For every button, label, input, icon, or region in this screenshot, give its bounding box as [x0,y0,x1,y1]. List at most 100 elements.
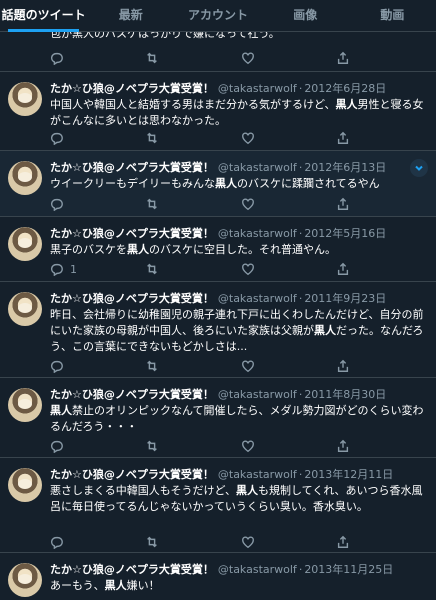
reply-icon [51,263,63,276]
separator: · [298,161,303,174]
tweet-menu-button[interactable] [410,159,428,177]
separator: · [298,468,303,481]
like-icon [241,263,254,276]
search-tabs: 話題のツイート 最新 アカウント 画像 動画 [0,0,436,32]
like-button[interactable] [241,196,301,212]
user-name[interactable]: たか☆ひ狼@ノベプラ大賞受賞！ [50,82,214,95]
tweet[interactable]: たか☆ひ狼@ノベプラ大賞受賞！ @takastarwolf · 2011年8月30日 … [0,378,436,458]
tweet-date[interactable]: 2011年9月23日 [304,292,386,305]
tweet-date[interactable]: 2012年6月13日 [304,161,386,174]
tweet-actions [50,50,396,66]
tweet[interactable]: たか☆ひ狼@ノベプラ大賞受賞！ @takastarwolf · 2013年11月25日… [0,553,436,600]
tab-accounts[interactable]: アカウント [174,0,261,31]
reply-icon [51,440,63,453]
user-name[interactable]: たか☆ひ狼@ノベプラ大賞受賞！ [50,161,214,174]
tweet-text: 黒人禁止のオリンピックなんて開催したら、メダル勢力図がどのくらい変わるんだろう・… [50,404,424,433]
avatar[interactable] [8,468,42,502]
retweet-icon [147,198,158,210]
tweet-text: 昨日、会社帰りに幼稚園児の親子連れ下戸に出くわしたんだけど、自分の前にいた家族の… [50,308,424,353]
tweet-feed: 包か黒人のバスケはっかりで嫌になって社う。 たか☆ひ狼@ノベプラ大賞受賞！ @ta… [0,32,436,600]
share-button[interactable] [336,438,396,454]
user-name[interactable]: たか☆ひ狼@ノベプラ大賞受賞！ [50,227,214,240]
retweet-button[interactable] [145,130,205,146]
avatar[interactable] [8,292,42,326]
reply-button[interactable] [50,358,110,374]
reply-button[interactable]: 1 [50,261,110,277]
retweet-button[interactable] [145,196,205,212]
tweet[interactable]: たか☆ひ狼@ノベプラ大賞受賞！ @takastarwolf · 2012年6月13日 … [0,151,436,217]
user-name[interactable]: たか☆ひ狼@ノベプラ大賞受賞！ [50,388,214,401]
like-button[interactable] [241,50,301,66]
reply-button[interactable] [50,196,110,212]
avatar[interactable] [8,82,42,116]
reply-button[interactable] [50,130,110,146]
share-icon [337,439,349,452]
retweet-button[interactable] [145,261,205,277]
user-handle: @takastarwolf [217,388,297,401]
tweet-date[interactable]: 2012年5月16日 [304,227,386,240]
like-button[interactable] [241,438,301,454]
tweet-date[interactable]: 2013年11月25日 [304,563,393,576]
tweet-text: あーもう、黒人嫌い！ [50,579,160,592]
share-icon [337,131,349,144]
share-button[interactable] [336,130,396,146]
like-button[interactable] [241,261,301,277]
separator: · [298,563,303,576]
reply-icon [51,132,63,145]
avatar[interactable] [8,227,42,261]
user-name[interactable]: たか☆ひ狼@ノベプラ大賞受賞！ [50,292,214,305]
avatar[interactable] [8,161,42,195]
share-icon [337,197,349,210]
avatar[interactable] [8,563,42,597]
tweet[interactable]: たか☆ひ狼@ノベプラ大賞受賞！ @takastarwolf · 2012年6月28日 … [0,72,436,151]
separator: · [298,388,303,401]
share-button[interactable] [336,358,396,374]
tweet[interactable]: たか☆ひ狼@ノベプラ大賞受賞！ @takastarwolf · 2011年9月23日 … [0,282,436,378]
reply-button[interactable] [50,50,110,66]
user-handle: @takastarwolf [217,227,297,240]
share-icon [337,51,349,64]
share-button[interactable] [336,196,396,212]
tab-top-tweets[interactable]: 話題のツイート [0,0,87,32]
tweet-text: 悪さしまくる中韓国人もそうだけど、黒人も規制してくれ、あいつら香水風呂に毎日使っ… [50,484,423,513]
tab-latest[interactable]: 最新 [87,0,174,31]
retweet-icon [147,536,158,548]
retweet-button[interactable] [145,438,205,454]
tweet-actions [50,534,396,550]
like-button[interactable] [241,358,301,374]
user-name[interactable]: たか☆ひ狼@ノベプラ大賞受賞！ [50,563,214,576]
tweet[interactable]: たか☆ひ狼@ノベプラ大賞受賞！ @takastarwolf · 2013年12月11日… [0,458,436,553]
user-handle: @takastarwolf [217,563,297,576]
share-button[interactable] [336,261,396,277]
like-icon [241,360,254,373]
retweet-button[interactable] [145,534,205,550]
user-name[interactable]: たか☆ひ狼@ノベプラ大賞受賞！ [50,468,214,481]
tweet-date[interactable]: 2013年12月11日 [304,468,393,481]
tweet-date[interactable]: 2011年8月30日 [304,388,386,401]
retweet-button[interactable] [145,358,205,374]
share-button[interactable] [336,534,396,550]
tweet-text: ウイークリーもデイリーもみんな黒人のバスケに蹂躙されてるやん [50,177,380,190]
reply-count: 1 [70,262,77,276]
retweet-icon [147,132,158,144]
separator: · [298,82,303,95]
tweet-partial[interactable]: 包か黒人のバスケはっかりで嫌になって社う。 [0,32,436,72]
share-button[interactable] [336,50,396,66]
separator: · [298,292,303,305]
avatar[interactable] [8,388,42,422]
reply-icon [51,536,63,549]
reply-button[interactable] [50,438,110,454]
tweet-header: たか☆ひ狼@ノベプラ大賞受賞！ @takastarwolf · 2013年12月11日 [50,467,428,483]
tweet[interactable]: たか☆ひ狼@ノベプラ大賞受賞！ @takastarwolf · 2012年5月16日 … [0,217,436,282]
tweet-actions [50,358,396,374]
retweet-button[interactable] [145,50,205,66]
user-handle: @takastarwolf [217,82,297,95]
tweet-date[interactable]: 2012年6月28日 [304,82,386,95]
tweet-actions [50,438,396,454]
tab-videos[interactable]: 動画 [349,0,436,31]
like-button[interactable] [241,534,301,550]
reply-button[interactable] [50,534,110,550]
tab-images[interactable]: 画像 [262,0,349,31]
like-button[interactable] [241,130,301,146]
retweet-icon [147,360,158,372]
